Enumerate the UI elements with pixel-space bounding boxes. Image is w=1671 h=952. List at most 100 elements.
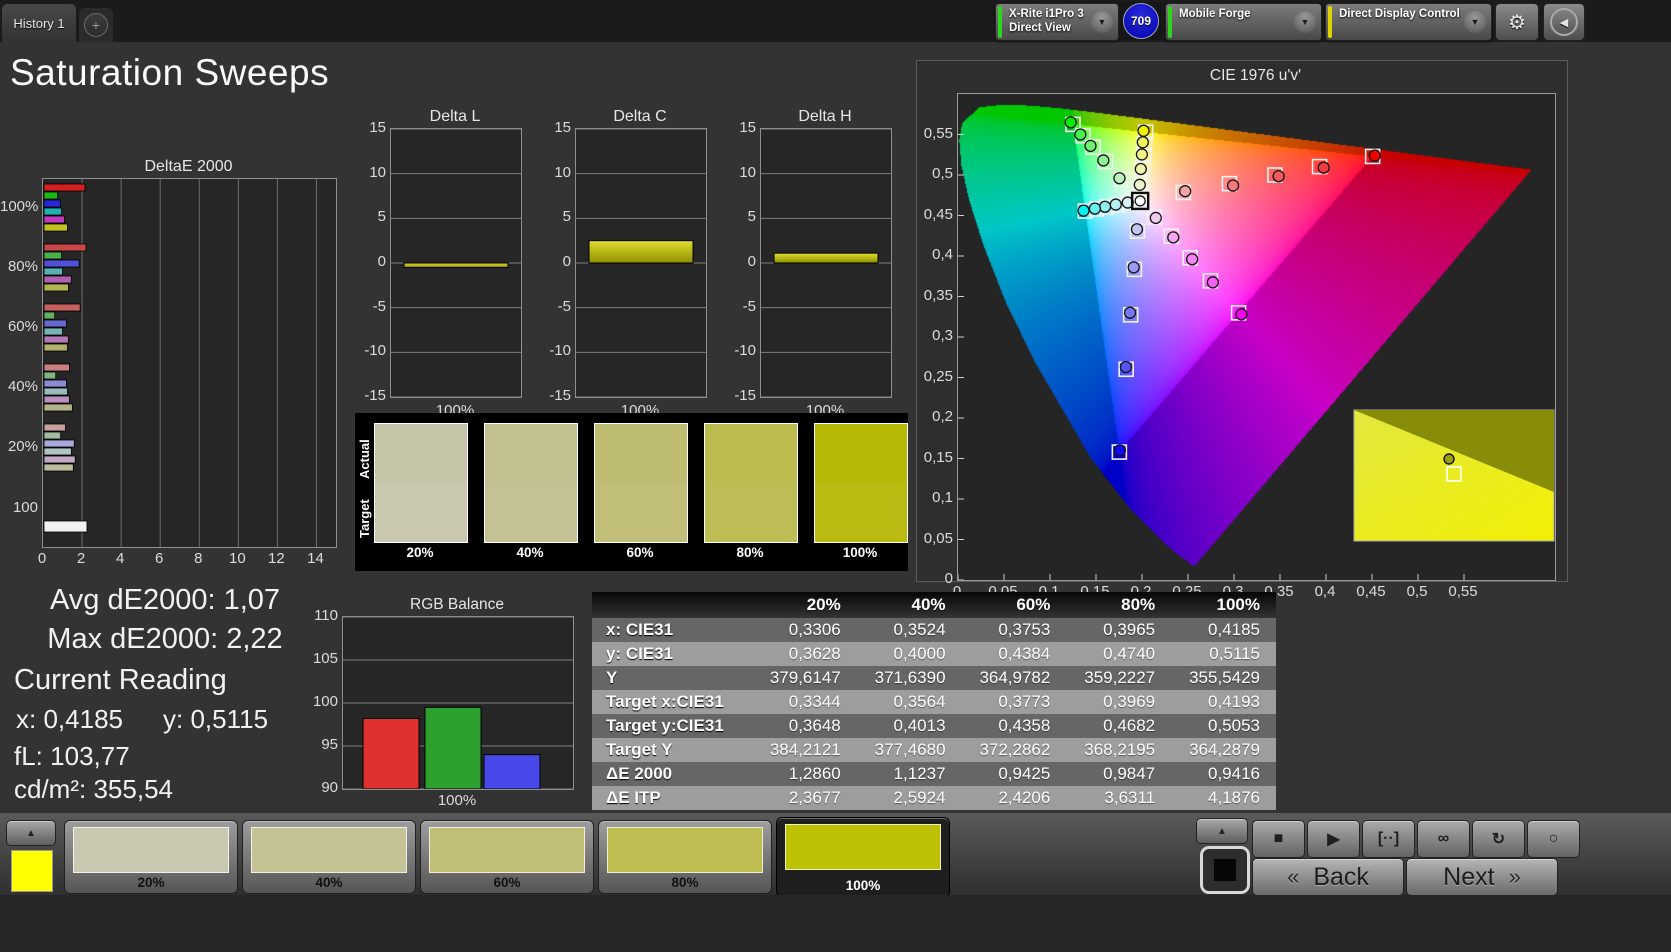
meter-dropdown[interactable]: X-Rite i1Pro 3 Direct View ▼ bbox=[995, 3, 1119, 41]
table-row: Target Y 384,2121 377,4680 372,2862 368,2195… bbox=[592, 738, 1276, 762]
cie-plot bbox=[957, 93, 1556, 581]
pattern-button-100%[interactable]: 100% bbox=[776, 817, 950, 897]
delta_c-y-tick: -5 bbox=[557, 297, 571, 315]
cie-measured-magenta bbox=[1167, 231, 1180, 244]
deltae-bar bbox=[43, 267, 63, 276]
deltae-bar bbox=[43, 403, 73, 412]
table-row-label: ΔE 2000 bbox=[606, 764, 673, 783]
delta_c-y-tick: 15 bbox=[554, 119, 571, 136]
record-button[interactable]: ○ bbox=[1527, 820, 1580, 858]
source-name: Mobile Forge bbox=[1179, 8, 1251, 20]
delta_l-y-tick: 5 bbox=[377, 208, 386, 226]
scroll-up-left-button[interactable]: ▲ bbox=[6, 820, 56, 846]
new-tab-button[interactable]: + bbox=[79, 8, 113, 42]
cie-measured-blue bbox=[1113, 444, 1127, 457]
pattern-button-40%[interactable]: 40% bbox=[242, 820, 416, 894]
swatch-60% bbox=[594, 423, 688, 543]
cie-y-tick: 0,15 bbox=[923, 448, 953, 466]
pattern-button-60%[interactable]: 60% bbox=[420, 820, 594, 894]
max-de2000: Max dE2000: 2,22 bbox=[47, 623, 283, 655]
cie-y-tick: 0,45 bbox=[923, 205, 953, 223]
cie-measured-cyan bbox=[1088, 202, 1102, 215]
delta_l-y-tick: -15 bbox=[364, 387, 386, 404]
delta_c-y-tick: 10 bbox=[554, 163, 571, 181]
arrow-up-icon: ▲ bbox=[1217, 825, 1227, 837]
cie-y-tick: 0,3 bbox=[932, 327, 953, 344]
pattern-label: 60% bbox=[493, 875, 521, 890]
deltae-bar bbox=[43, 223, 68, 232]
rgb-y-tick: 105 bbox=[312, 650, 338, 667]
cie-measured-cyan bbox=[1109, 198, 1122, 211]
chevron-down-icon: ▼ bbox=[1294, 11, 1316, 33]
current-reading-title: Current Reading bbox=[14, 664, 227, 696]
table-cell: 0,9416 bbox=[1208, 764, 1260, 783]
deltae-x-tick: 4 bbox=[115, 550, 125, 567]
swatch-target-100% bbox=[815, 482, 907, 542]
table-cell: 0,4013 bbox=[893, 716, 946, 735]
table-col-header: 80% bbox=[1066, 592, 1172, 618]
cie-measured-red bbox=[1178, 185, 1192, 198]
cie-measured-blue bbox=[1123, 306, 1137, 319]
pattern-label: 80% bbox=[671, 875, 699, 890]
pattern-button-80%[interactable]: 80% bbox=[598, 820, 772, 894]
rgb-bar-red bbox=[362, 717, 420, 790]
deltae-row-label: 20% bbox=[7, 438, 38, 455]
pattern-swatch bbox=[251, 827, 407, 873]
stop-button[interactable]: ■ bbox=[1252, 820, 1305, 858]
table-col-header: 20% bbox=[751, 592, 857, 618]
pattern-button-20%[interactable]: 20% bbox=[64, 820, 238, 894]
cie-y-tick: 0,4 bbox=[932, 246, 953, 263]
chevron-down-icon: ▼ bbox=[1464, 11, 1486, 33]
current-cdm2: cd/m²: 355,54 bbox=[14, 774, 173, 804]
scroll-up-right-button[interactable]: ▲ bbox=[1196, 818, 1248, 844]
swatch-actual-60% bbox=[595, 424, 687, 482]
delta_l-plot bbox=[390, 128, 522, 398]
cie-measured-green bbox=[1064, 116, 1077, 129]
display-control-dropdown[interactable]: Direct Display Control ▼ bbox=[1325, 3, 1492, 41]
delta_h-y-tick: -5 bbox=[742, 297, 756, 315]
next-button[interactable]: Next » bbox=[1406, 858, 1558, 896]
display-control-name: Direct Display Control bbox=[1339, 8, 1460, 20]
colorspace-badge-box[interactable]: 709 bbox=[1120, 2, 1162, 40]
pattern-window-button[interactable] bbox=[1200, 846, 1250, 894]
cie-y-tick: 0,35 bbox=[923, 286, 953, 304]
source-dropdown[interactable]: Mobile Forge ▼ bbox=[1165, 3, 1322, 41]
loop-infinite-button[interactable]: ∞ bbox=[1417, 820, 1470, 858]
table-cell: 0,3773 bbox=[998, 692, 1051, 711]
refresh-icon: ↻ bbox=[1491, 831, 1506, 848]
collapse-panel-button[interactable]: ◀ bbox=[1543, 3, 1585, 41]
deltae-row-label: 100% bbox=[0, 198, 39, 215]
cie-measured-green bbox=[1097, 154, 1110, 167]
cie-x-tick: 0,45 bbox=[1356, 583, 1386, 600]
delta_h-y-tick: 15 bbox=[739, 119, 756, 136]
measurement-table: 20% 40% 60% 80% 100% x: CIE31 0,3306 0,3524 0,37… bbox=[592, 592, 1276, 810]
deltae-bar bbox=[43, 520, 88, 533]
table-cell: 377,4680 bbox=[874, 740, 946, 759]
cie-y-tick: 0 bbox=[944, 570, 953, 587]
rgb-y-tick: 100 bbox=[312, 693, 338, 710]
refresh-button[interactable]: ↻ bbox=[1472, 820, 1525, 858]
cie-measured-magenta bbox=[1185, 253, 1199, 266]
delta_h-plot bbox=[760, 128, 892, 398]
tab-history-1[interactable]: History 1 bbox=[2, 4, 76, 42]
deltae-bar bbox=[43, 395, 70, 404]
meter-name: X-Rite i1Pro 3 bbox=[1009, 8, 1084, 20]
deltae-row-label: 60% bbox=[7, 318, 38, 335]
cie-measured-green bbox=[1074, 128, 1087, 141]
settings-gear-button[interactable]: ⚙ bbox=[1495, 3, 1539, 41]
table-cell: 2,3677 bbox=[788, 788, 841, 807]
cie-measured-green bbox=[1113, 172, 1126, 185]
swatch-actual-40% bbox=[485, 424, 577, 482]
cie-x-tick: 0,5 bbox=[1406, 583, 1428, 600]
play-button[interactable]: ▶ bbox=[1307, 820, 1360, 858]
interval-button[interactable]: [··] bbox=[1362, 820, 1415, 858]
table-row-label: Target x:CIE31 bbox=[606, 692, 724, 711]
deltae-row-label: 100 bbox=[12, 499, 38, 516]
deltae-x-tick: 0 bbox=[37, 550, 47, 567]
back-button[interactable]: « Back bbox=[1252, 858, 1404, 896]
delta_l-y-tick: -10 bbox=[364, 342, 386, 360]
rgb-balance-title: RGB Balance bbox=[410, 596, 504, 613]
display-control-status-indicator bbox=[1328, 6, 1332, 38]
table-cell: 368,2195 bbox=[1084, 740, 1156, 759]
table-cell: 0,3344 bbox=[788, 692, 841, 711]
